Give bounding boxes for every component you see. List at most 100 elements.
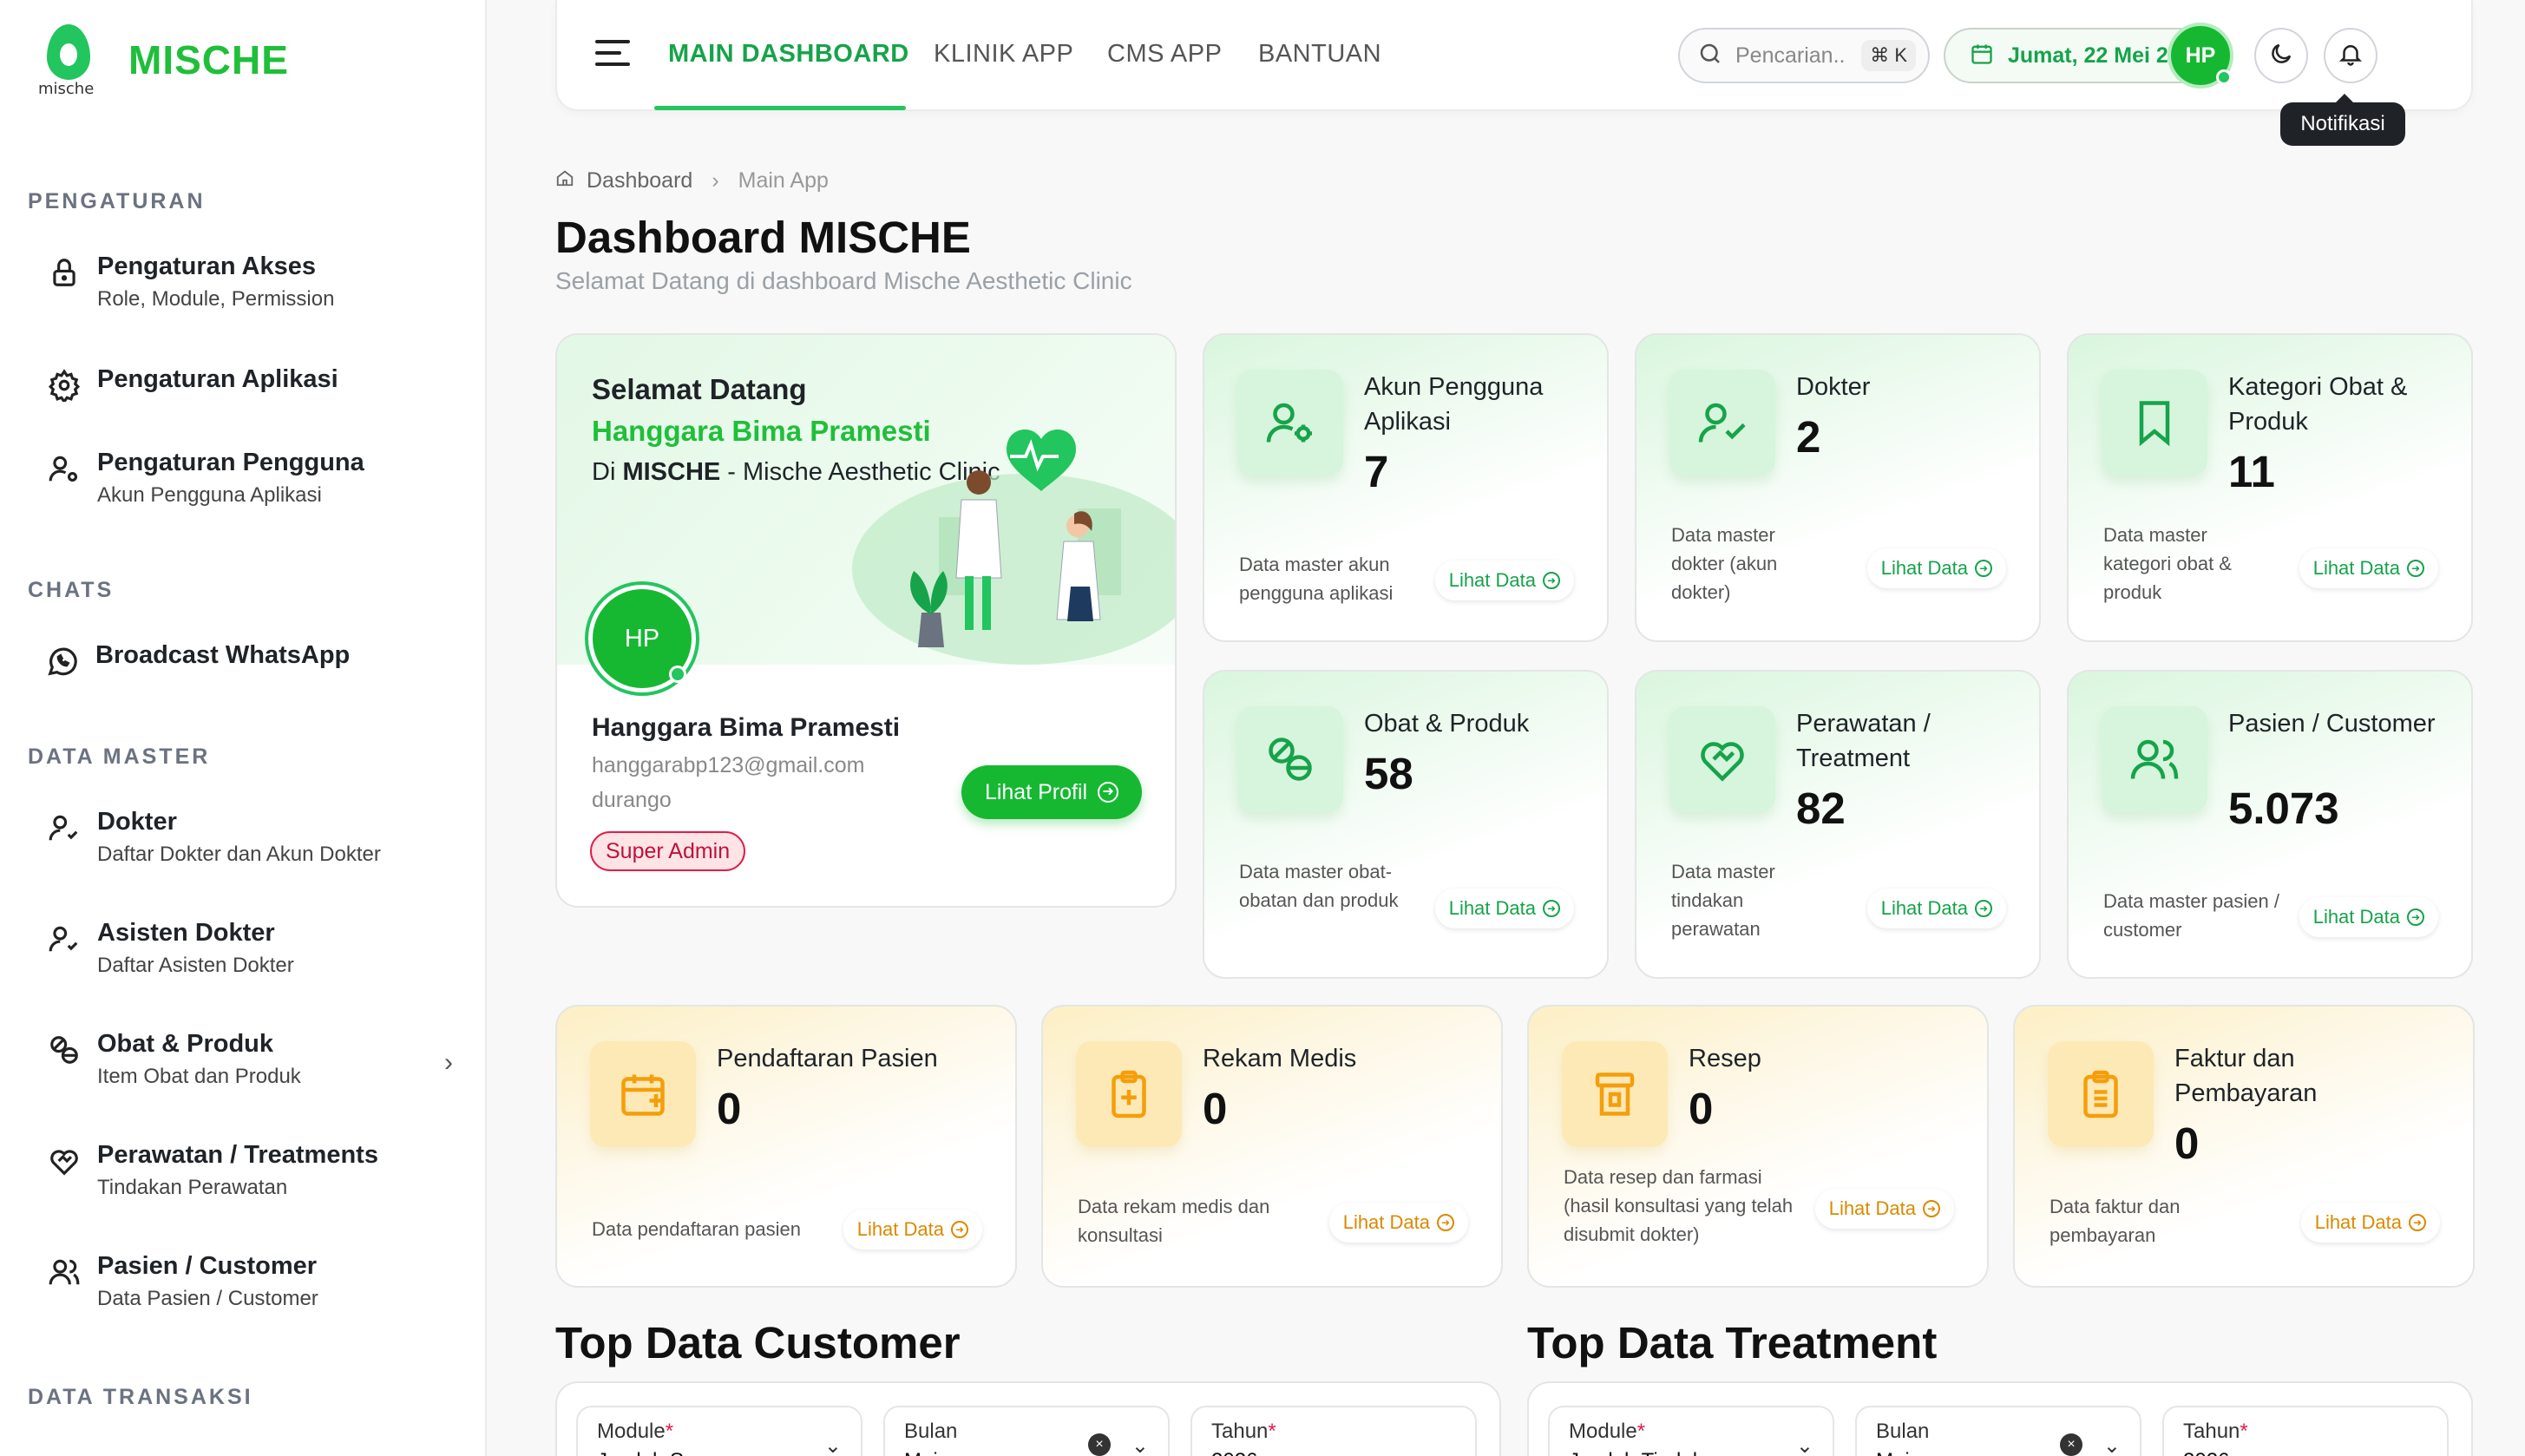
sidebar-item-obat-produk[interactable]: Obat & Produk Item Obat dan Produk › bbox=[45, 1027, 453, 1093]
sidebar-item-title: Pengaturan Pengguna bbox=[97, 449, 364, 476]
search-placeholder: Pencarian.. bbox=[1735, 43, 1846, 68]
stat-title: Akun Pengguna Aplikasi bbox=[1364, 373, 1544, 436]
pill-bottle-icon bbox=[1562, 1041, 1668, 1147]
sidebar-item-subtitle: Daftar Asisten Dokter bbox=[97, 954, 294, 977]
tab-klinik-app[interactable]: KLINIK APP bbox=[934, 40, 1073, 69]
user-gear-icon bbox=[1237, 370, 1343, 475]
tab-cms-app[interactable]: CMS APP bbox=[1107, 40, 1222, 69]
online-status-dot bbox=[669, 666, 686, 683]
brand[interactable]: mische MISCHE bbox=[35, 21, 289, 99]
chevron-down-icon: ⌄ bbox=[1795, 1434, 1813, 1456]
brand-name: MISCHE bbox=[128, 37, 289, 82]
chevron-right-icon[interactable]: › bbox=[444, 1048, 453, 1078]
arrow-right-circle-icon: ➜ bbox=[1923, 1200, 1940, 1217]
view-data-link[interactable]: Lihat Data ➜ bbox=[843, 1210, 982, 1249]
stat-description: Data master tindakan perawatan bbox=[1671, 861, 1775, 940]
view-data-link[interactable]: Lihat Data ➜ bbox=[1434, 889, 1574, 928]
sidebar-item-pasien-customer[interactable]: Pasien / Customer Data Pasien / Customer bbox=[45, 1249, 453, 1315]
stat-card-akun-pengguna: Akun Pengguna Aplikasi 7 Data master aku… bbox=[1203, 333, 1609, 642]
view-data-link[interactable]: Lihat Data ➜ bbox=[1814, 1189, 1954, 1229]
notification-tooltip: Notifikasi bbox=[2280, 94, 2405, 146]
sidebar-item-pengaturan-pengguna[interactable]: Pengaturan Pengguna Akun Pengguna Aplika… bbox=[45, 446, 453, 512]
theme-toggle-button[interactable] bbox=[2254, 28, 2308, 83]
breadcrumb-home[interactable]: Dashboard bbox=[587, 168, 692, 193]
welcome-avatar: HP bbox=[588, 585, 696, 692]
stat-title: Faktur dan Pembayaran bbox=[2174, 1045, 2318, 1107]
stat-value: 2 bbox=[1796, 412, 1821, 462]
stat-title: Kategori Obat & Produk bbox=[2228, 373, 2408, 436]
view-data-link[interactable]: Lihat Data ➜ bbox=[2299, 897, 2438, 937]
brand-logo-text: mische bbox=[38, 80, 95, 98]
chevron-down-icon: ⌄ bbox=[823, 1434, 842, 1456]
sidebar-item-title: Broadcast WhatsApp bbox=[95, 641, 351, 669]
topbar: MAIN DASHBOARD KLINIK APP CMS APP BANTUA… bbox=[555, 0, 2473, 111]
hamburger-menu-icon[interactable] bbox=[595, 40, 630, 69]
sidebar-item-pengaturan-aplikasi[interactable]: Pengaturan Aplikasi bbox=[45, 363, 453, 404]
user-check-icon bbox=[45, 920, 83, 958]
stat-card-dokter: Dokter 2 Data master dokter (akun dokter… bbox=[1635, 333, 2041, 642]
stat-description: Data rekam medis dan konsultasi bbox=[1078, 1196, 1270, 1246]
view-data-link[interactable]: Lihat Data ➜ bbox=[2299, 548, 2438, 588]
chevron-down-icon: ⌄ bbox=[2102, 1434, 2121, 1456]
lock-icon bbox=[45, 253, 83, 292]
pills-icon bbox=[1237, 706, 1343, 812]
home-icon bbox=[555, 168, 574, 193]
sidebar-item-subtitle: Role, Module, Permission bbox=[97, 287, 335, 311]
search-input[interactable]: Pencarian.. ⌘ K bbox=[1678, 28, 1930, 83]
search-shortcut: ⌘ K bbox=[1861, 40, 1916, 71]
view-data-link[interactable]: Lihat Data ➜ bbox=[2300, 1203, 2440, 1243]
sidebar-item-pengaturan-akses[interactable]: Pengaturan Akses Role, Module, Permissio… bbox=[45, 250, 453, 316]
stat-value: 0 bbox=[1689, 1084, 1714, 1133]
whatsapp-icon bbox=[43, 642, 82, 680]
stat-title: Rekam Medis bbox=[1203, 1045, 1357, 1072]
view-data-link[interactable]: Lihat Data ➜ bbox=[1866, 548, 2006, 588]
stat-title: Pendaftaran Pasien bbox=[717, 1045, 938, 1072]
notification-button[interactable] bbox=[2324, 28, 2377, 83]
month-select[interactable]: Bulan Mei × ⌄ bbox=[1855, 1406, 2141, 1456]
stat-value: 0 bbox=[2174, 1118, 2200, 1168]
user-check-icon bbox=[1669, 370, 1775, 475]
year-picker[interactable]: Tahun* 2026 bbox=[2162, 1406, 2449, 1456]
tab-bantuan[interactable]: BANTUAN bbox=[1258, 40, 1381, 69]
tab-main-dashboard[interactable]: MAIN DASHBOARD bbox=[668, 40, 909, 69]
stat-card-obat-produk: Obat & Produk 58 Data master obat-obatan… bbox=[1203, 670, 1609, 979]
top-treatment-title: Top Data Treatment bbox=[1527, 1318, 1938, 1367]
user-avatar-button[interactable]: HP bbox=[2168, 23, 2233, 89]
sidebar-item-dokter[interactable]: Dokter Daftar Dokter dan Akun Dokter bbox=[45, 805, 453, 871]
sidebar-item-title: Dokter bbox=[97, 808, 177, 836]
sidebar-item-perawatan[interactable]: Perawatan / Treatments Tindakan Perawata… bbox=[45, 1138, 453, 1204]
user-check-icon bbox=[45, 809, 83, 847]
view-data-link[interactable]: Lihat Data ➜ bbox=[1328, 1203, 1468, 1243]
stat-description: Data master obat-obatan dan produk bbox=[1239, 861, 1399, 911]
arrow-right-circle-icon: ➜ bbox=[1975, 900, 1992, 917]
sidebar-section-data-transaksi: DATA TRANSAKSI bbox=[28, 1385, 253, 1409]
arrow-right-circle-icon: ➜ bbox=[1543, 572, 1560, 589]
chevron-down-icon: ⌄ bbox=[1131, 1434, 1149, 1456]
view-profile-button[interactable]: Lihat Profil ➜ bbox=[961, 765, 1142, 819]
clear-icon[interactable]: × bbox=[2060, 1433, 2082, 1456]
sidebar-item-title: Asisten Dokter bbox=[97, 919, 275, 947]
arrow-right-circle-icon: ➜ bbox=[2407, 560, 2424, 577]
arrow-right-circle-icon: ➜ bbox=[1098, 782, 1119, 803]
view-data-link[interactable]: Lihat Data ➜ bbox=[1434, 561, 1574, 600]
sidebar-item-title: Pasien / Customer bbox=[97, 1252, 318, 1280]
view-data-link[interactable]: Lihat Data ➜ bbox=[1866, 889, 2006, 928]
month-select[interactable]: Bulan Mei × ⌄ bbox=[883, 1406, 1170, 1456]
module-select[interactable]: Module* Jumlah Semua ⌄ bbox=[576, 1406, 862, 1456]
module-select[interactable]: Module* Jumlah Tindakan ⌄ bbox=[1548, 1406, 1834, 1456]
sidebar-item-subtitle: Daftar Dokter dan Akun Dokter bbox=[97, 843, 381, 866]
search-icon bbox=[1697, 41, 1723, 71]
brand-logo-icon: mische bbox=[35, 21, 104, 99]
stat-card-resep: Resep 0 Data resep dan farmasi (hasil ko… bbox=[1527, 1005, 1989, 1288]
welcome-card: Selamat Datang Hanggara Bima Pramesti Di… bbox=[555, 333, 1177, 908]
stat-description: Data master dokter (akun dokter) bbox=[1671, 524, 1778, 603]
sidebar-item-subtitle: Tindakan Perawatan bbox=[97, 1176, 288, 1199]
year-picker[interactable]: Tahun* 2026 bbox=[1190, 1406, 1477, 1456]
stat-card-pendaftaran: Pendaftaran Pasien 0 Data pendaftaran pa… bbox=[555, 1005, 1017, 1288]
welcome-email: hanggarabp123@gmail.com bbox=[592, 753, 865, 777]
sidebar: mische MISCHE PENGATURAN Pengaturan Akse… bbox=[0, 0, 487, 1456]
sidebar-section-data-master: DATA MASTER bbox=[28, 744, 211, 769]
clear-icon[interactable]: × bbox=[1088, 1433, 1111, 1456]
sidebar-item-asisten-dokter[interactable]: Asisten Dokter Daftar Asisten Dokter bbox=[45, 916, 453, 982]
sidebar-item-broadcast-whatsapp[interactable]: Broadcast WhatsApp bbox=[43, 639, 451, 680]
